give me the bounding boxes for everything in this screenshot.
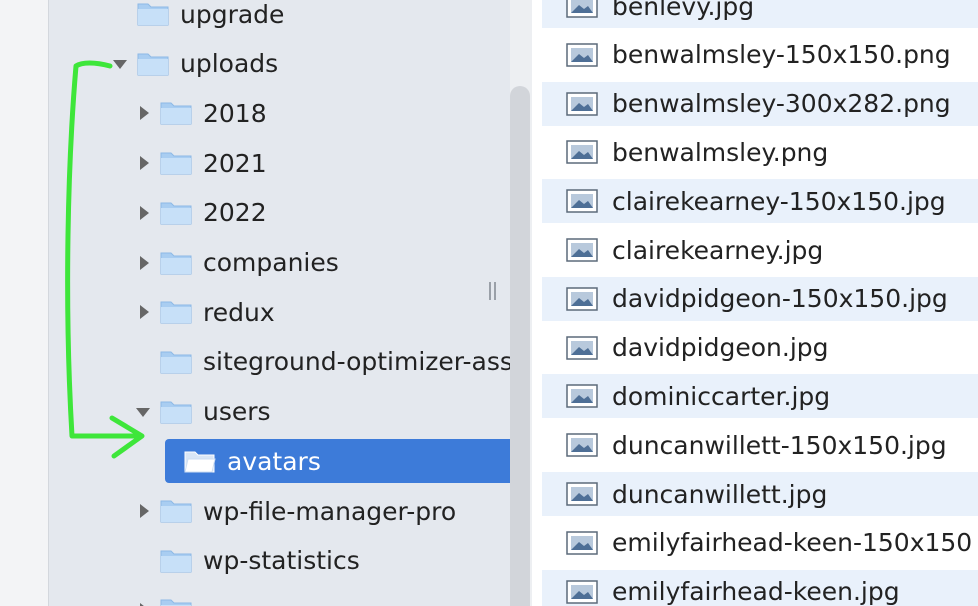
tree-row-2022[interactable]: 2022 bbox=[49, 191, 510, 235]
tree-row-wp-statistics[interactable]: wp-statistics bbox=[49, 539, 510, 583]
image-file-icon bbox=[566, 0, 598, 18]
disclosure-collapsed-icon[interactable] bbox=[140, 205, 149, 220]
file-row[interactable]: dominiccarter.jpg bbox=[542, 374, 978, 419]
tree-row-2018[interactable]: 2018 bbox=[49, 91, 510, 135]
image-file-icon bbox=[566, 43, 598, 67]
tree-row-label: companies bbox=[203, 248, 339, 277]
tree-row-redux[interactable]: redux bbox=[49, 290, 510, 334]
image-file-icon bbox=[566, 433, 598, 457]
image-file-icon bbox=[566, 287, 598, 311]
file-row[interactable]: emilyfairhead-keen.jpg bbox=[542, 569, 978, 606]
file-name: benwalmsley-150x150.png bbox=[612, 40, 951, 70]
image-file-icon bbox=[566, 189, 598, 213]
disclosure-collapsed-icon[interactable] bbox=[140, 504, 149, 518]
tree-scrollbar[interactable] bbox=[510, 86, 530, 606]
tree-row-label: upgrade bbox=[180, 0, 285, 29]
tree-row-partial[interactable] bbox=[49, 588, 510, 606]
file-name: emilyfairhead-keen-150x150 bbox=[612, 528, 973, 558]
file-name: duncanwillett-150x150.jpg bbox=[612, 430, 947, 460]
image-file-icon bbox=[566, 531, 598, 555]
tree-row-2021[interactable]: 2021 bbox=[49, 141, 510, 185]
folder-icon bbox=[137, 53, 169, 76]
file-list-pane[interactable]: benlevy.jpg benwalmsley-150x150.png benwal… bbox=[532, 0, 978, 606]
folder-icon bbox=[160, 202, 192, 225]
tree-row-label: siteground-optimizer-assets bbox=[203, 347, 510, 377]
folder-icon bbox=[160, 401, 192, 424]
disclosure-collapsed-icon[interactable] bbox=[140, 305, 149, 320]
tree-row-label: wp-file-manager-pro bbox=[203, 496, 457, 526]
folder-open-icon bbox=[184, 451, 216, 473]
tree-row-label: 2022 bbox=[203, 198, 267, 228]
file-row[interactable]: duncanwillett-150x150.jpg bbox=[542, 423, 978, 467]
file-name: davidpidgeon-150x150.jpg bbox=[612, 284, 948, 314]
tree-row-avatars[interactable]: avatars bbox=[165, 439, 510, 484]
tree-row-label: avatars bbox=[227, 446, 321, 476]
file-name: clairekearney.jpg bbox=[612, 235, 824, 265]
file-name: dominiccarter.jpg bbox=[612, 381, 831, 411]
file-row[interactable]: clairekearney.jpg bbox=[542, 228, 978, 272]
file-row[interactable]: clairekearney-150x150.jpg bbox=[542, 179, 978, 224]
image-file-icon bbox=[566, 91, 598, 116]
disclosure-collapsed-icon[interactable] bbox=[140, 106, 149, 121]
image-file-icon bbox=[566, 579, 598, 604]
tree-row-uploads[interactable]: uploads bbox=[49, 42, 510, 86]
file-name: benlevy.jpg bbox=[612, 0, 755, 21]
folder-tree-pane[interactable]: upgrade uploads 2018 2021 2022 companies redux… bbox=[49, 0, 510, 606]
file-row[interactable]: davidpidgeon.jpg bbox=[542, 326, 978, 370]
file-name: benwalmsley.png bbox=[612, 137, 829, 167]
file-name: emilyfairhead-keen.jpg bbox=[612, 577, 900, 606]
image-file-icon bbox=[566, 335, 598, 360]
tree-row-siteground-optimizer-assets[interactable]: siteground-optimizer-assets bbox=[49, 340, 510, 384]
folder-icon bbox=[160, 550, 192, 573]
tree-row-users[interactable]: users bbox=[49, 390, 510, 434]
tree-row-upgrade[interactable]: upgrade bbox=[49, 0, 510, 36]
image-file-icon bbox=[566, 384, 598, 409]
left-edge-strip bbox=[0, 0, 49, 606]
disclosure-collapsed-icon[interactable] bbox=[140, 255, 149, 270]
file-row[interactable]: benwalmsley.png bbox=[542, 130, 978, 174]
file-row[interactable]: davidpidgeon-150x150.jpg bbox=[542, 276, 978, 321]
tree-row-label: wp-statistics bbox=[203, 546, 360, 576]
image-file-icon bbox=[566, 140, 598, 165]
folder-icon bbox=[160, 301, 192, 324]
tree-row-label: users bbox=[203, 397, 271, 427]
tree-row-wp-file-manager-pro[interactable]: wp-file-manager-pro bbox=[49, 489, 510, 533]
file-row[interactable]: benwalmsley-150x150.png bbox=[542, 33, 978, 77]
file-row[interactable]: emilyfairhead-keen-150x150 bbox=[542, 521, 978, 565]
disclosure-expanded-icon[interactable] bbox=[136, 407, 150, 417]
folder-icon bbox=[137, 3, 169, 26]
folder-icon bbox=[160, 252, 192, 274]
file-row[interactable]: duncanwillett.jpg bbox=[542, 472, 978, 516]
file-name: benwalmsley-300x282.png bbox=[612, 89, 951, 119]
folder-icon bbox=[160, 599, 192, 606]
disclosure-collapsed-icon[interactable] bbox=[140, 156, 149, 171]
tree-row-companies[interactable]: companies bbox=[49, 241, 510, 285]
tree-row-label: 2018 bbox=[203, 98, 267, 128]
file-row[interactable]: benlevy.jpg bbox=[542, 0, 978, 28]
file-name: clairekearney-150x150.jpg bbox=[612, 186, 946, 216]
disclosure-expanded-icon[interactable] bbox=[113, 59, 127, 69]
tree-row-label: redux bbox=[203, 297, 275, 327]
folder-icon bbox=[160, 351, 192, 374]
splitter-grip-icon[interactable] bbox=[489, 282, 496, 300]
image-file-icon bbox=[566, 482, 598, 506]
file-row[interactable]: benwalmsley-300x282.png bbox=[542, 81, 978, 126]
file-name: davidpidgeon.jpg bbox=[612, 333, 829, 363]
tree-row-label: 2021 bbox=[203, 148, 267, 178]
folder-icon bbox=[160, 500, 192, 523]
folder-icon bbox=[160, 152, 192, 175]
image-file-icon bbox=[566, 238, 598, 262]
folder-icon bbox=[160, 102, 192, 125]
file-name: duncanwillett.jpg bbox=[612, 479, 828, 509]
tree-row-label: uploads bbox=[180, 49, 279, 79]
